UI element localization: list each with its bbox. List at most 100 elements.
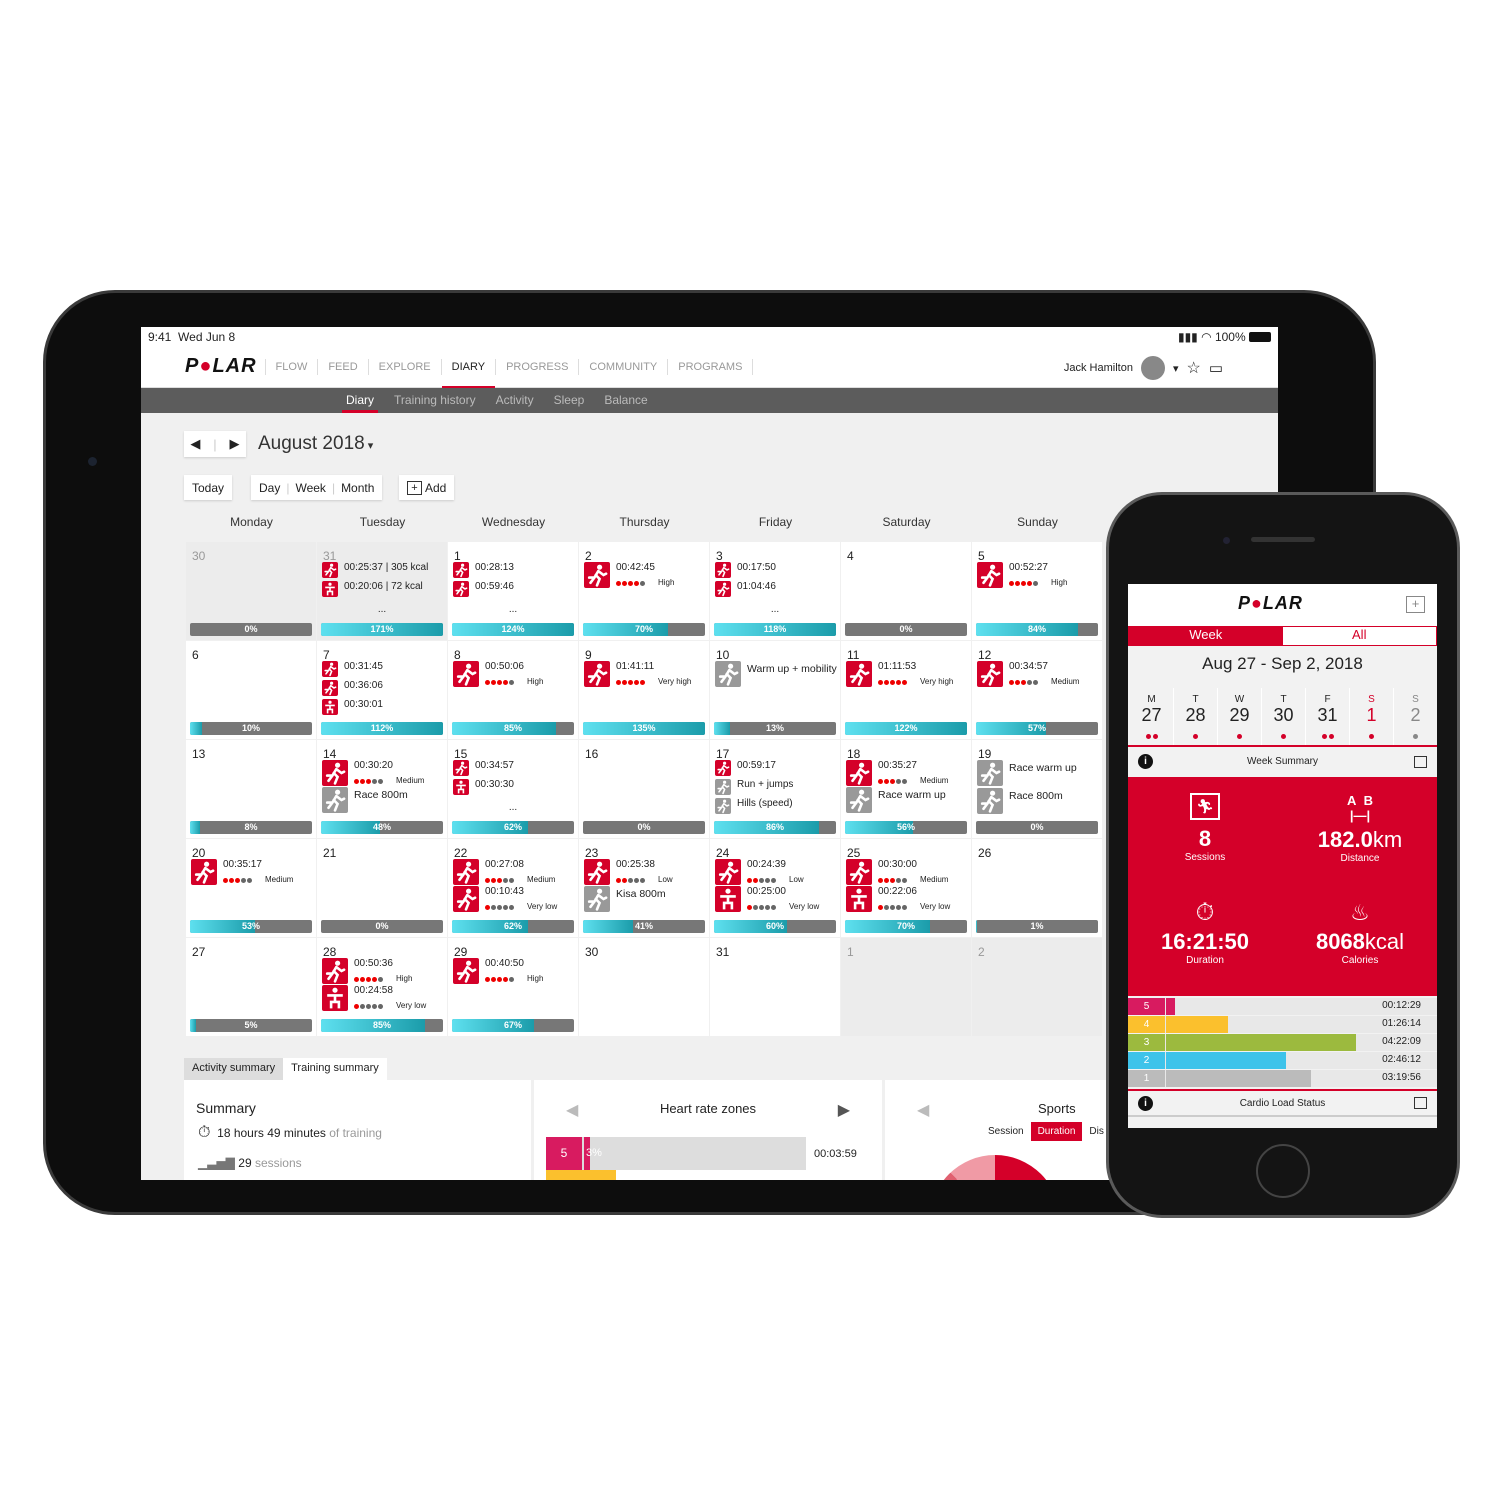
week-day[interactable]: T 30 xyxy=(1262,688,1306,745)
session-entry[interactable]: 00:17:50 xyxy=(715,562,776,578)
calendar-day-cell[interactable]: 30 xyxy=(579,938,709,1036)
calendar-day-cell[interactable]: 28 00:50:36 High 00:24:58 Very low 85% xyxy=(317,938,447,1036)
calendar-day-cell[interactable]: 15 00:34:57 00:30:30... 62% xyxy=(448,740,578,838)
session-entry[interactable]: 00:34:57 xyxy=(453,760,514,776)
sports-tab-duration[interactable]: Duration xyxy=(1030,1122,1083,1141)
calendar-day-cell[interactable]: 30 0% xyxy=(186,542,316,640)
week-day[interactable]: F 31 xyxy=(1306,688,1350,745)
subnav-item-sleep[interactable]: Sleep xyxy=(544,388,595,413)
calendar-day-cell[interactable]: 9 01:41:11 Very high 135% xyxy=(579,641,709,739)
nav-item-flow[interactable]: FLOW xyxy=(266,358,319,375)
calendar-day-cell[interactable]: 2 00:42:45 High 70% xyxy=(579,542,709,640)
session-entry[interactable]: 01:41:11 Very high xyxy=(584,661,691,688)
nav-item-progress[interactable]: PROGRESS xyxy=(496,358,580,375)
session-entry[interactable]: Race warm up xyxy=(846,787,946,813)
tab-week[interactable]: Week xyxy=(1129,627,1283,645)
calendar-day-cell[interactable]: 14 00:30:20 Medium Race 800m 48% xyxy=(317,740,447,838)
sports-tab-session[interactable]: Session xyxy=(981,1122,1031,1141)
month-selector[interactable]: August 2018 ▾ xyxy=(258,433,373,455)
session-entry[interactable]: 00:28:13 xyxy=(453,562,514,578)
session-entry[interactable]: 00:30:01 xyxy=(322,699,383,715)
today-button[interactable]: Today xyxy=(184,475,233,500)
prev-chart-icon[interactable]: ◀ xyxy=(917,1100,929,1120)
session-entry[interactable]: 01:04:46 xyxy=(715,581,776,597)
info-icon[interactable]: i xyxy=(1138,754,1153,769)
session-entry[interactable]: Race 800m xyxy=(977,788,1063,814)
calendar-day-cell[interactable]: 1 xyxy=(841,938,971,1036)
more-sessions-indicator[interactable]: ... xyxy=(710,604,840,615)
week-view-button[interactable]: Week xyxy=(295,481,325,495)
session-entry[interactable]: 00:22:06 Very low xyxy=(846,886,950,913)
next-chart-icon[interactable]: ▶ xyxy=(838,1100,850,1120)
polar-logo[interactable]: P●LAR xyxy=(185,355,257,378)
session-entry[interactable]: 00:25:37 | 305 kcal xyxy=(322,562,428,578)
subnav-item-balance[interactable]: Balance xyxy=(594,388,657,413)
calendar-add-icon[interactable]: + xyxy=(1406,596,1425,613)
session-entry[interactable]: 00:35:17 Medium xyxy=(191,859,293,886)
week-day[interactable]: M 27 xyxy=(1130,688,1174,745)
nav-item-explore[interactable]: EXPLORE xyxy=(369,358,442,375)
session-entry[interactable]: Run + jumps xyxy=(715,779,793,795)
more-sessions-indicator[interactable]: ... xyxy=(317,604,447,615)
next-month-button[interactable]: ▶ xyxy=(230,436,240,452)
session-entry[interactable]: 00:34:57 Medium xyxy=(977,661,1079,688)
calendar-day-cell[interactable]: 2 xyxy=(972,938,1102,1036)
calendar-day-cell[interactable]: 31 00:25:37 | 305 kcal 00:20:06 | 72 kcal.… xyxy=(317,542,447,640)
calendar-day-cell[interactable]: 23 00:25:38 Low Kisa 800m 41% xyxy=(579,839,709,937)
calendar-day-cell[interactable]: 25 00:30:00 Medium 00:22:06 Very low 70% xyxy=(841,839,971,937)
session-entry[interactable]: 00:35:27 Medium xyxy=(846,760,948,787)
day-view-button[interactable]: Day xyxy=(259,481,280,495)
subnav-item-diary[interactable]: Diary xyxy=(336,388,384,413)
calendar-day-cell[interactable]: 20 00:35:17 Medium 53% xyxy=(186,839,316,937)
session-entry[interactable]: 00:20:06 | 72 kcal xyxy=(322,581,423,597)
tab-activity-summary[interactable]: Activity summary xyxy=(184,1058,284,1080)
session-entry[interactable]: 00:36:06 xyxy=(322,680,383,696)
session-entry[interactable]: 00:52:27 High xyxy=(977,562,1067,589)
session-entry[interactable]: 00:31:45 xyxy=(322,661,383,677)
nav-item-feed[interactable]: FEED xyxy=(318,358,369,375)
info-icon[interactable]: i xyxy=(1138,1095,1153,1111)
calendar-day-cell[interactable]: 19 Race warm up Race 800m 0% xyxy=(972,740,1102,838)
session-entry[interactable]: 01:11:53 Very high xyxy=(846,661,953,688)
session-entry[interactable]: 00:30:00 Medium xyxy=(846,859,948,886)
calendar-day-cell[interactable]: 3 00:17:50 01:04:46... 118% xyxy=(710,542,840,640)
star-icon[interactable]: ☆ xyxy=(1186,358,1200,378)
week-day[interactable]: T 28 xyxy=(1174,688,1218,745)
calendar-day-cell[interactable]: 21 0% xyxy=(317,839,447,937)
expand-icon[interactable] xyxy=(1414,755,1427,768)
session-entry[interactable]: 00:27:08 Medium xyxy=(453,859,555,886)
session-entry[interactable]: 00:50:06 High xyxy=(453,661,543,688)
calendar-day-cell[interactable]: 4 0% xyxy=(841,542,971,640)
calendar-day-cell[interactable]: 13 8% xyxy=(186,740,316,838)
week-day[interactable]: S2 xyxy=(1394,688,1437,745)
calendar-day-cell[interactable]: 27 5% xyxy=(186,938,316,1036)
session-entry[interactable]: 00:40:50 High xyxy=(453,958,543,985)
calendar-day-cell[interactable]: 26 1% xyxy=(972,839,1102,937)
session-entry[interactable]: 00:30:30 xyxy=(453,779,514,795)
message-icon[interactable]: ▭ xyxy=(1209,359,1223,377)
session-entry[interactable]: 00:59:46 xyxy=(453,581,514,597)
avatar[interactable] xyxy=(1140,356,1165,380)
calendar-day-cell[interactable]: 8 00:50:06 High 85% xyxy=(448,641,578,739)
session-entry[interactable]: Warm up + mobility xyxy=(715,661,837,687)
home-button[interactable] xyxy=(1256,1144,1310,1198)
session-entry[interactable]: 00:30:20 Medium xyxy=(322,760,424,787)
tab-all[interactable]: All xyxy=(1282,627,1436,645)
calendar-day-cell[interactable]: 18 00:35:27 Medium Race warm up 56% xyxy=(841,740,971,838)
caret-down-icon[interactable]: ▾ xyxy=(1173,362,1179,375)
session-entry[interactable]: Race 800m xyxy=(322,787,408,813)
tab-training-summary[interactable]: Training summary xyxy=(283,1058,387,1080)
session-entry[interactable]: 00:24:39 Low xyxy=(715,859,804,886)
more-sessions-indicator[interactable]: ... xyxy=(448,802,578,813)
calendar-day-cell[interactable]: 24 00:24:39 Low 00:25:00 Very low 60% xyxy=(710,839,840,937)
calendar-day-cell[interactable]: 29 00:40:50 High 67% xyxy=(448,938,578,1036)
session-entry[interactable]: 00:50:36 High xyxy=(322,958,412,985)
session-entry[interactable]: Hills (speed) xyxy=(715,798,793,814)
calendar-day-cell[interactable]: 5 00:52:27 High 84% xyxy=(972,542,1102,640)
expand-icon[interactable] xyxy=(1414,1097,1427,1109)
calendar-day-cell[interactable]: 7 00:31:45 00:36:06 00:30:01 112% xyxy=(317,641,447,739)
session-entry[interactable]: 00:59:17 xyxy=(715,760,776,776)
nav-item-community[interactable]: COMMUNITY xyxy=(579,358,669,375)
add-button[interactable]: + Add xyxy=(399,475,455,500)
session-entry[interactable]: Race warm up xyxy=(977,760,1077,786)
